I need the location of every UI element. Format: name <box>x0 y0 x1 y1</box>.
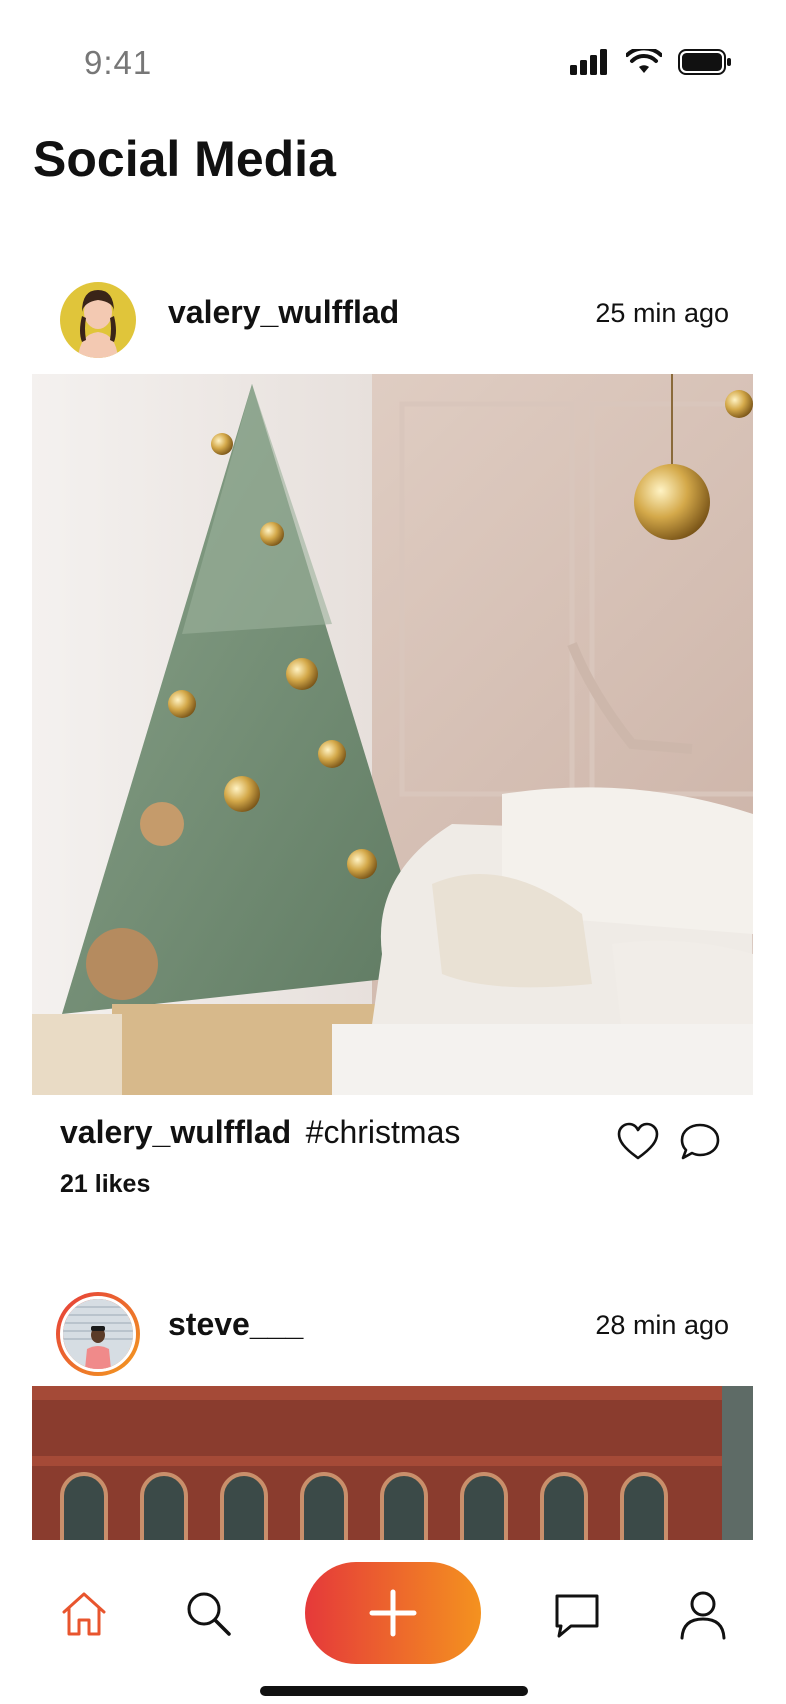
home-icon[interactable] <box>56 1586 112 1642</box>
post-timestamp: 28 min ago <box>595 1310 729 1340</box>
battery-icon <box>678 49 731 75</box>
post-image[interactable] <box>32 1386 753 1540</box>
post: valery_wulfflad 25 min ago valery_wulffl… <box>0 270 786 1198</box>
post: steve___ 28 min ago <box>0 1282 786 1540</box>
wifi-icon <box>626 49 662 73</box>
feed[interactable]: valery_wulfflad 25 min ago valery_wulffl… <box>0 240 786 1540</box>
post-username[interactable]: valery_wulfflad <box>168 294 399 331</box>
post-header: valery_wulfflad 25 min ago <box>0 270 786 374</box>
post-image[interactable] <box>32 374 753 1095</box>
caption-hashtag[interactable]: #christmas <box>306 1114 461 1150</box>
profile-icon[interactable] <box>675 1586 731 1642</box>
status-icons <box>570 48 732 76</box>
post-timestamp: 25 min ago <box>595 298 729 328</box>
post-actions <box>616 1120 722 1164</box>
heart-icon[interactable] <box>616 1120 660 1164</box>
avatar[interactable] <box>60 1296 136 1372</box>
status-time: 9:41 <box>84 44 153 81</box>
add-icon <box>369 1589 417 1637</box>
add-post-button[interactable] <box>305 1562 481 1664</box>
avatar-story-ring[interactable] <box>56 1292 140 1376</box>
signal-icon <box>570 49 607 75</box>
caption-username[interactable]: valery_wulfflad <box>60 1114 291 1150</box>
likes-count[interactable]: 21 likes <box>60 1170 150 1199</box>
status-bar: 9:41 <box>0 0 786 120</box>
home-indicator[interactable] <box>260 1686 528 1696</box>
comment-icon[interactable] <box>678 1120 722 1164</box>
avatar[interactable] <box>60 282 136 358</box>
tab-bar <box>0 1540 786 1704</box>
post-header: steve___ 28 min ago <box>0 1282 786 1386</box>
page-title: Social Media <box>33 131 336 187</box>
search-icon[interactable] <box>181 1586 237 1642</box>
message-icon[interactable] <box>549 1586 605 1642</box>
post-username[interactable]: steve___ <box>168 1306 303 1343</box>
